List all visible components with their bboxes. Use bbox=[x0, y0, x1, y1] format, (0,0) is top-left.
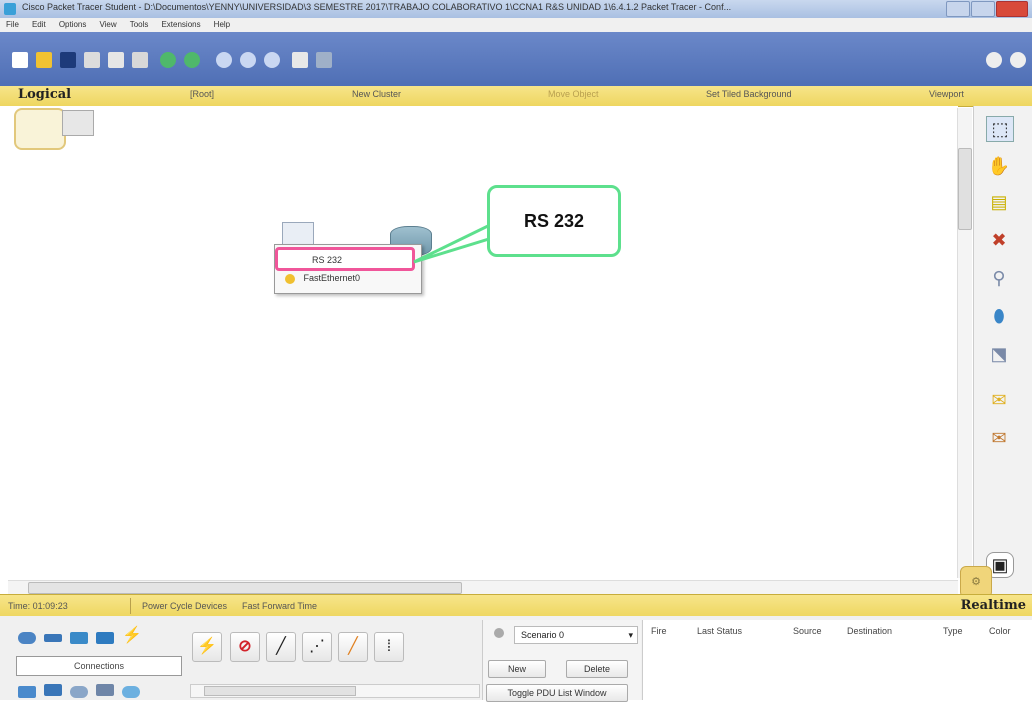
crossover-cable-icon[interactable]: ⋰ bbox=[302, 632, 332, 662]
draw-shape-icon[interactable]: ⬮ bbox=[986, 304, 1012, 328]
port-icon bbox=[285, 273, 295, 284]
logical-workspace[interactable] bbox=[8, 106, 958, 580]
menu-item-rs232-label: RS 232 bbox=[312, 255, 343, 265]
menu-extensions[interactable]: Extensions bbox=[161, 20, 200, 29]
horizontal-scroll-thumb[interactable] bbox=[28, 582, 462, 594]
column-header-source[interactable]: Source bbox=[793, 626, 822, 636]
close-button[interactable] bbox=[996, 1, 1028, 17]
vertical-scroll-thumb[interactable] bbox=[958, 148, 972, 230]
root-button[interactable]: [Root] bbox=[190, 89, 214, 99]
pdu-list-table: Fire Last Status Source Destination Type… bbox=[642, 620, 1032, 700]
logical-tab[interactable]: Logical bbox=[18, 87, 71, 102]
network-info-icon[interactable] bbox=[132, 52, 148, 68]
logical-navigation-icon[interactable] bbox=[14, 108, 94, 150]
realtime-mode-label[interactable]: Realtime bbox=[961, 598, 1026, 613]
callout-pointer bbox=[413, 222, 494, 264]
delete-icon[interactable]: ✖ bbox=[986, 228, 1012, 252]
menu-edit[interactable]: Edit bbox=[32, 20, 46, 29]
minimize-button[interactable] bbox=[946, 1, 970, 17]
main-toolbar bbox=[0, 32, 1032, 86]
router-category-icon[interactable] bbox=[18, 632, 36, 644]
connection-scroll-thumb[interactable] bbox=[204, 686, 356, 696]
time-divider bbox=[130, 598, 131, 614]
phone-cable-icon[interactable]: ⁞ bbox=[374, 632, 404, 662]
toggle-pdu-list-button[interactable]: Toggle PDU List Window bbox=[486, 684, 628, 702]
new-file-icon[interactable] bbox=[12, 52, 28, 68]
undo-icon[interactable] bbox=[160, 52, 176, 68]
multiuser-icon[interactable] bbox=[96, 684, 114, 696]
column-header-color[interactable]: Color bbox=[989, 626, 1011, 636]
maximize-button[interactable] bbox=[971, 1, 995, 17]
zoom-in-icon[interactable] bbox=[216, 52, 232, 68]
workspace-bar: Logical [Root] New Cluster Move Object S… bbox=[0, 86, 1032, 107]
column-header-destination[interactable]: Destination bbox=[847, 626, 892, 636]
menu-item-fastethernet0[interactable]: FastEthernet0 bbox=[285, 273, 360, 284]
menu-options[interactable]: Options bbox=[59, 20, 87, 29]
custom-device-category-icon[interactable] bbox=[70, 686, 88, 698]
activity-wizard-icon[interactable] bbox=[108, 52, 124, 68]
column-header-fire[interactable]: Fire bbox=[651, 626, 667, 636]
chevron-down-icon: ▾ bbox=[628, 630, 633, 640]
custom-device-icon[interactable] bbox=[316, 52, 332, 68]
save-icon[interactable] bbox=[60, 52, 76, 68]
menu-bar: File Edit Options View Tools Extensions … bbox=[0, 18, 1032, 33]
open-folder-icon[interactable] bbox=[36, 52, 52, 68]
menu-tools[interactable]: Tools bbox=[130, 20, 149, 29]
info-icon[interactable] bbox=[986, 52, 1002, 68]
add-simple-pdu-icon[interactable]: ✉ bbox=[986, 388, 1012, 412]
print-icon[interactable] bbox=[84, 52, 100, 68]
delete-scenario-button[interactable]: Delete bbox=[566, 660, 628, 678]
move-object-button[interactable]: Move Object bbox=[548, 89, 599, 99]
time-readout: Time: 01:09:23 bbox=[8, 601, 68, 611]
menu-item-fastethernet0-label: FastEthernet0 bbox=[303, 273, 361, 283]
scenario-icon bbox=[494, 628, 504, 638]
column-header-type[interactable]: Type bbox=[943, 626, 963, 636]
set-tiled-background-button[interactable]: Set Tiled Background bbox=[706, 89, 792, 99]
connections-category-icon[interactable]: ⚡ bbox=[122, 628, 142, 644]
new-scenario-button[interactable]: New bbox=[488, 660, 546, 678]
column-header-last-status[interactable]: Last Status bbox=[697, 626, 742, 636]
straight-through-cable-icon[interactable]: ╱ bbox=[266, 632, 296, 662]
switch-category-icon[interactable] bbox=[44, 634, 62, 642]
end-device-icon[interactable] bbox=[18, 686, 36, 698]
connections-label: Connections bbox=[16, 656, 182, 676]
workspace-left-edge bbox=[0, 106, 8, 580]
hand-icon[interactable]: ✋ bbox=[986, 154, 1012, 178]
viewport-button[interactable]: Viewport bbox=[929, 89, 964, 99]
app-icon bbox=[4, 3, 16, 15]
window-title: Cisco Packet Tracer Student - D:\Documen… bbox=[22, 2, 732, 12]
connection-port-menu: RS 232 FastEthernet0 bbox=[274, 244, 422, 294]
menu-item-rs232[interactable]: RS 232 bbox=[275, 247, 415, 271]
note-icon[interactable]: ▤ bbox=[986, 190, 1012, 214]
right-tool-panel: ⬚ ✋ ▤ ✖ ⚲ ⬮ ⬔ ✉ ✉ ▣ bbox=[973, 106, 1032, 594]
menu-view[interactable]: View bbox=[99, 20, 116, 29]
select-icon[interactable]: ⬚ bbox=[986, 116, 1014, 142]
hub-category-icon[interactable] bbox=[70, 632, 88, 644]
scenario-select[interactable]: Scenario 0 ▾ bbox=[514, 626, 638, 644]
power-cycle-button[interactable]: Power Cycle Devices bbox=[142, 601, 227, 611]
menu-help[interactable]: Help bbox=[214, 20, 230, 29]
wireless-category-icon[interactable] bbox=[96, 632, 114, 644]
time-bar: Time: 01:09:23 Power Cycle Devices Fast … bbox=[0, 594, 1032, 617]
help-icon[interactable] bbox=[1010, 52, 1026, 68]
auto-connection-icon[interactable]: ⚡ bbox=[192, 632, 222, 662]
callout-box: RS 232 bbox=[487, 185, 621, 257]
cloud-icon[interactable] bbox=[122, 686, 140, 698]
title-bar: Cisco Packet Tracer Student - D:\Documen… bbox=[0, 0, 1032, 19]
scenario-select-value: Scenario 0 bbox=[521, 630, 565, 640]
inspect-icon[interactable]: ⚲ bbox=[986, 266, 1012, 290]
fast-forward-button[interactable]: Fast Forward Time bbox=[242, 601, 317, 611]
new-cluster-button[interactable]: New Cluster bbox=[352, 89, 401, 99]
palette-icon[interactable] bbox=[292, 52, 308, 68]
wan-emulation-icon[interactable] bbox=[44, 684, 62, 696]
menu-file[interactable]: File bbox=[6, 20, 19, 29]
resize-shape-icon[interactable]: ⬔ bbox=[986, 342, 1012, 366]
zoom-reset-icon[interactable] bbox=[240, 52, 256, 68]
add-complex-pdu-icon[interactable]: ✉ bbox=[986, 426, 1012, 450]
fiber-cable-icon[interactable]: ╱ bbox=[338, 632, 368, 662]
console-cable-icon[interactable]: ⊘ bbox=[230, 632, 260, 662]
zoom-out-icon[interactable] bbox=[264, 52, 280, 68]
callout-text: RS 232 bbox=[523, 211, 585, 231]
redo-icon[interactable] bbox=[184, 52, 200, 68]
